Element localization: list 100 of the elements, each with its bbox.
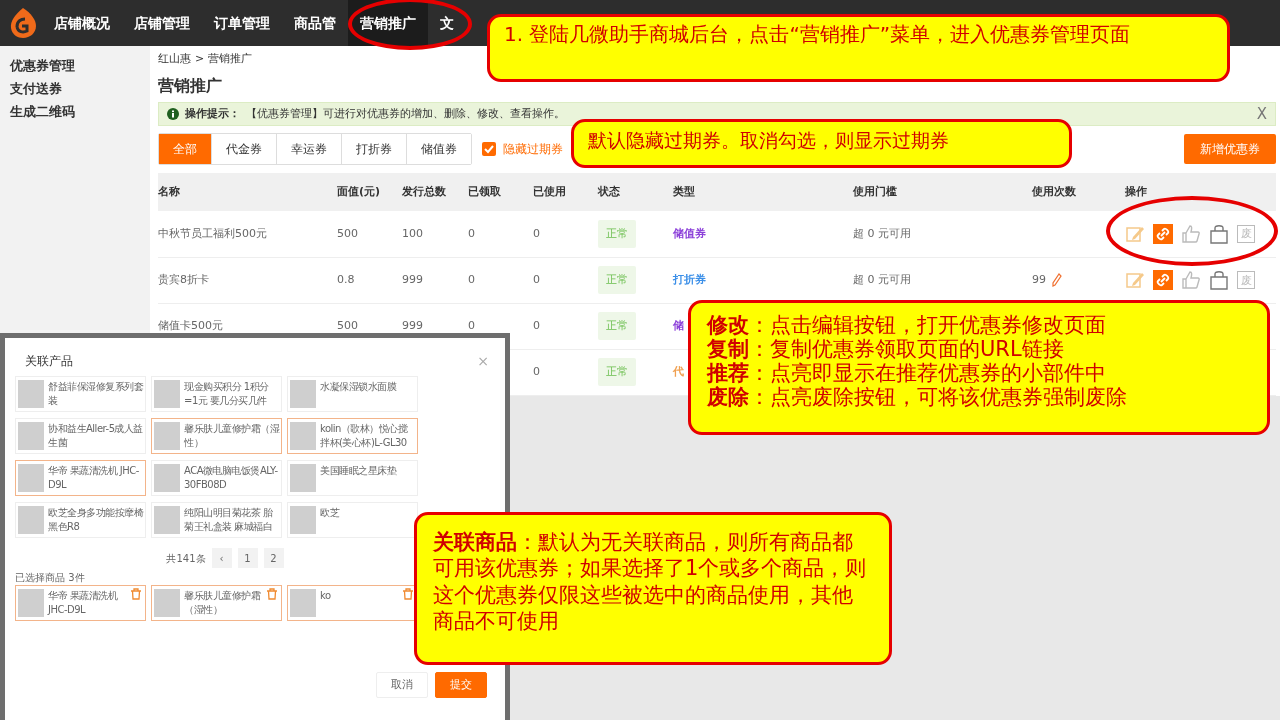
dialog-title: 关联产品 <box>25 353 73 370</box>
callout-text: 修改：点击编辑按钮，打开优惠券修改页面 <box>707 313 1107 338</box>
product-card[interactable]: ACA微电脑电饭煲ALY-30FB08D <box>151 460 282 496</box>
page-button[interactable]: 2 <box>263 548 284 568</box>
coupon-type-link[interactable]: 储 <box>673 318 684 332</box>
cancel-button[interactable]: 取消 <box>376 672 428 698</box>
product-card[interactable]: 欧芝 <box>287 502 418 538</box>
sidebar-item[interactable]: 优惠券管理 <box>10 54 75 77</box>
nav-tab[interactable]: 店铺管理 <box>122 0 202 46</box>
product-name: 纯阳山明目菊花茶 胎菊王礼盒装 麻城福白 <box>184 506 274 534</box>
column-header: 使用次数 <box>1032 173 1125 211</box>
photo-placeholder <box>18 422 44 450</box>
photo-placeholder <box>290 422 316 450</box>
product-card[interactable]: 现金购买积分 1积分=1元 要几分买几件 <box>151 376 282 412</box>
product-name: 华帝 果蔬清洗机 JHC-D9L <box>48 589 119 617</box>
callout-text: 废除：点亮废除按钮，可将该优惠券强制废除 <box>707 385 1128 410</box>
coupon-type-link[interactable]: 储值券 <box>673 226 706 240</box>
status-badge: 正常 <box>598 265 636 295</box>
product-name: 水凝保湿锁水面膜 <box>320 380 396 394</box>
callout-text: 推荐：点亮即显示在推荐优惠券的小部件中 <box>707 361 1107 386</box>
link-icon[interactable] <box>1153 223 1173 244</box>
column-header: 发行总数 <box>402 173 468 211</box>
column-header: 操作 <box>1125 173 1276 211</box>
nav-tab[interactable]: 营销推广 <box>348 0 428 46</box>
link-icon[interactable] <box>1153 270 1173 290</box>
photo-placeholder <box>18 589 44 617</box>
shopping-bag-icon[interactable] <box>1209 270 1229 290</box>
trash-icon[interactable] <box>402 588 414 600</box>
product-card[interactable]: 舒益菲保湿修复系列套装 <box>15 376 146 412</box>
nav-tab[interactable]: 商品管 <box>282 0 348 46</box>
logo-icon[interactable] <box>8 7 38 39</box>
photo-placeholder <box>154 422 180 450</box>
thumbs-up-icon[interactable] <box>1181 270 1201 290</box>
product-name: 舒益菲保湿修复系列套装 <box>48 380 143 408</box>
photo-placeholder <box>290 506 316 534</box>
product-card[interactable]: 华帝 果蔬清洗机 JHC-D9L <box>15 460 146 496</box>
shopping-bag-icon[interactable] <box>1209 223 1229 244</box>
product-card[interactable]: 协和益生Aller-5成人益生菌 <box>15 418 146 454</box>
column-header: 已领取 <box>468 173 533 211</box>
pencil-icon[interactable] <box>1052 273 1062 287</box>
product-card[interactable]: 水凝保湿锁水面膜 <box>287 376 418 412</box>
product-name: 馨乐肤儿童修护霜（湿性） <box>184 422 279 450</box>
breadcrumb-item[interactable]: 营销推广 <box>208 50 253 68</box>
product-card[interactable]: 馨乐肤儿童修护霜（湿性） <box>151 418 282 454</box>
product-card[interactable]: 欧芝全身多功能按摩椅黑色R8 <box>15 502 146 538</box>
photo-placeholder <box>154 589 180 617</box>
column-header: 已使用 <box>533 173 598 211</box>
product-name: 现金购买积分 1积分=1元 要几分买几件 <box>184 380 270 408</box>
sidebar-item[interactable]: 生成二维码 <box>10 100 75 123</box>
photo-placeholder <box>290 464 316 492</box>
table-cell: 0 <box>468 226 475 240</box>
status-badge: 正常 <box>598 311 636 341</box>
breadcrumb-separator: > <box>195 50 205 67</box>
checkbox[interactable] <box>482 142 496 156</box>
sidebar-item[interactable]: 支付送券 <box>10 77 62 100</box>
status-badge: 正常 <box>598 219 636 248</box>
nav-tab[interactable]: 文 <box>428 0 466 46</box>
product-name: 欧芝全身多功能按摩椅黑色R8 <box>48 506 143 534</box>
coupon-type-link[interactable]: 打折券 <box>673 272 706 286</box>
photo-placeholder <box>154 464 180 492</box>
table-cell: 0 <box>533 272 540 286</box>
nav-tab[interactable]: 订单管理 <box>202 0 282 46</box>
callout-text: 1. 登陆几微助手商城后台，点击“营销推广”菜单，进入优惠券管理页面 <box>504 21 1132 47</box>
trash-icon[interactable] <box>266 588 278 600</box>
edit-icon[interactable] <box>1125 270 1145 290</box>
column-header: 使用门槛 <box>853 173 1032 211</box>
table-cell: 999 <box>402 318 423 332</box>
table-cell: 中秋节员工福利500元 <box>158 226 267 240</box>
product-card[interactable]: 纯阳山明目菊花茶 胎菊王礼盒装 麻城福白 <box>151 502 282 538</box>
table-cell: 100 <box>402 226 423 240</box>
status-badge: 正常 <box>598 357 636 387</box>
photo-placeholder <box>290 380 316 408</box>
previous-page-button[interactable]: ‹ <box>211 548 232 568</box>
close-button[interactable]: X <box>1256 102 1267 126</box>
table-cell: 0 <box>468 318 475 332</box>
table-cell: 500 <box>337 318 358 332</box>
table-cell: 0.8 <box>337 272 355 286</box>
callout-text: 关联商品：默认为无关联商品，则所有商品都可用该优惠券；如果选择了1个或多个商品，则这个优惠券仅限这些被选中的商品使用，其他商品不可使用 <box>433 529 868 634</box>
photo-placeholder <box>154 380 180 408</box>
trash-icon[interactable] <box>130 588 142 600</box>
page-button[interactable]: 1 <box>237 548 258 568</box>
product-name: 馨乐肤儿童修护霜（湿性） <box>184 589 262 617</box>
table-cell: 0 <box>468 272 475 286</box>
product-card[interactable]: kolin（歌林）悦心搅拌杯(美心杯)L-GL30 <box>287 418 418 454</box>
table-cell: 超 0 元可用 <box>853 272 911 286</box>
tip-text: 【优惠券管理】可进行对优惠券的增加、删除、修改、查看操作。 <box>246 105 565 122</box>
breadcrumb-item[interactable]: 红山惠 <box>158 50 191 68</box>
info-icon <box>167 108 179 120</box>
table-cell: 储值卡500元 <box>158 318 223 332</box>
callout-text: 复制：复制优惠券领取页面的URL链接 <box>707 337 1065 362</box>
thumbs-up-icon[interactable] <box>1181 223 1201 244</box>
product-name: 欧芝 <box>320 506 339 520</box>
checkbox-label: 隐藏过期券 <box>503 141 563 158</box>
product-card[interactable]: 美国睡眠之星床垫 <box>287 460 418 496</box>
callout-text: 默认隐藏过期券。取消勾选，则显示过期券 <box>588 128 950 153</box>
selected-count: 已选择商品 3件 <box>15 571 85 585</box>
total-count: 共141条 <box>166 551 206 566</box>
product-name: 美国睡眠之星床垫 <box>320 464 396 478</box>
nav-tab[interactable]: 店铺概况 <box>42 0 122 46</box>
tip-label: 操作提示： <box>185 105 240 122</box>
